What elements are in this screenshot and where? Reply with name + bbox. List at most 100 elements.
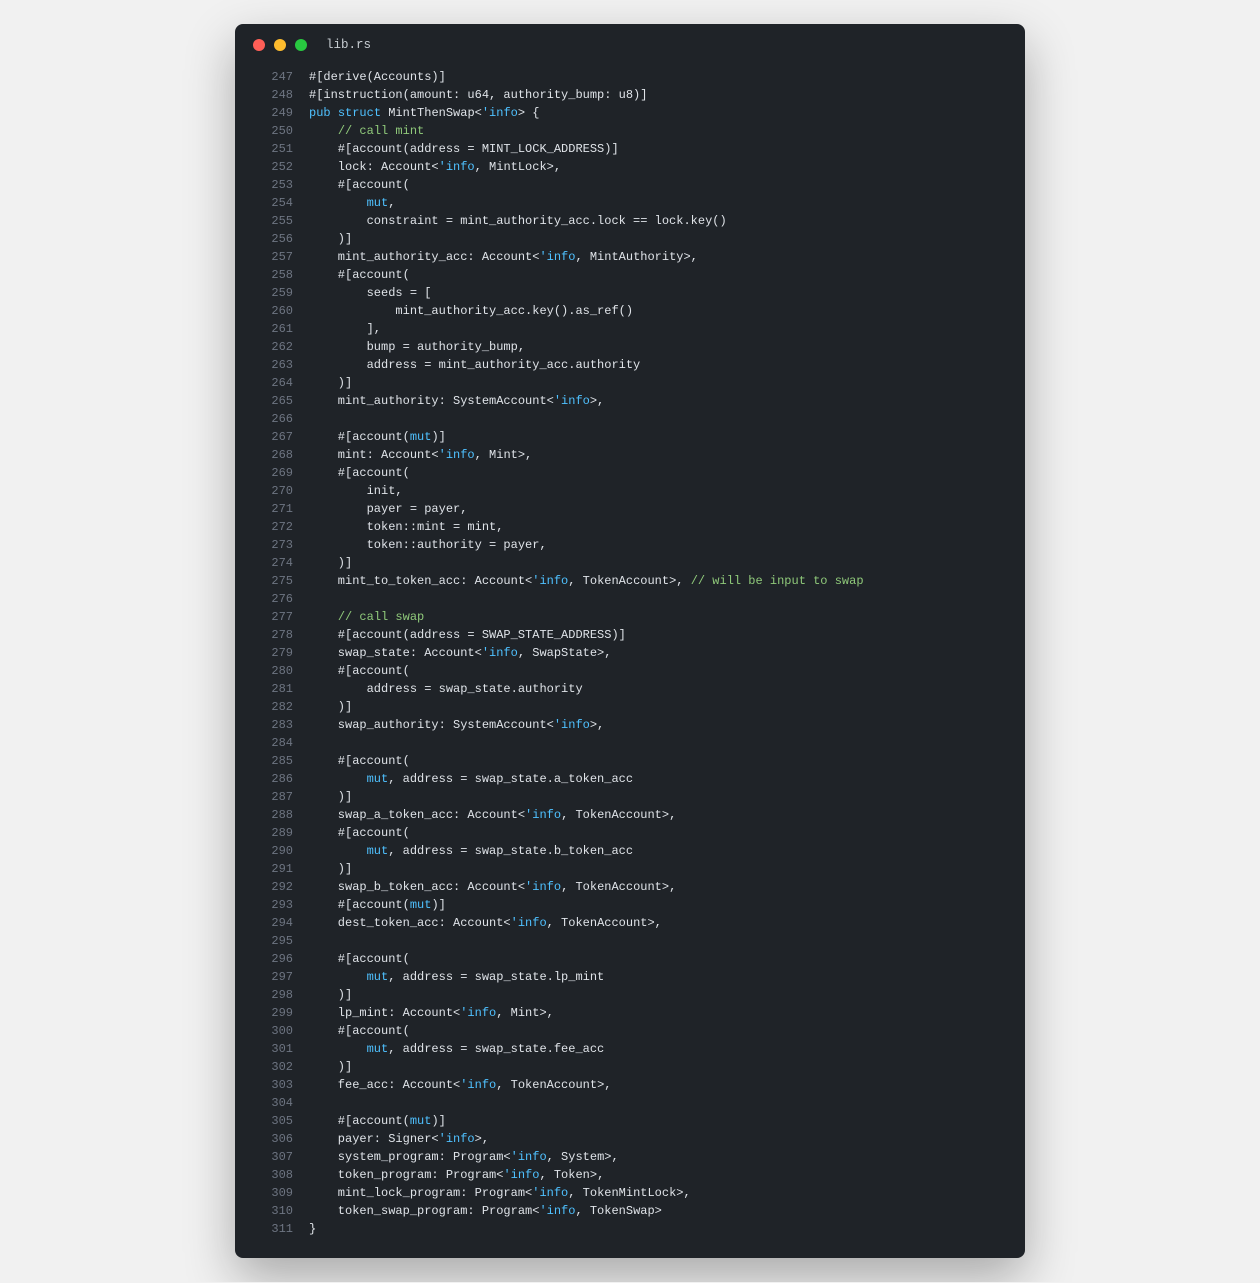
code-line: 308 token_program: Program<'info, Token>… — [259, 1166, 1001, 1184]
code-line: 250 // call mint — [259, 122, 1001, 140]
minimize-icon[interactable] — [274, 39, 286, 51]
window-titlebar: lib.rs — [235, 24, 1025, 60]
line-number: 275 — [259, 572, 293, 590]
code-line: 273 token::authority = payer, — [259, 536, 1001, 554]
code-text: lock: Account<'info, MintLock>, — [293, 158, 561, 176]
code-line: 274 )] — [259, 554, 1001, 572]
line-number: 273 — [259, 536, 293, 554]
code-line: 303 fee_acc: Account<'info, TokenAccount… — [259, 1076, 1001, 1094]
line-number: 281 — [259, 680, 293, 698]
code-line: 295 — [259, 932, 1001, 950]
line-number: 299 — [259, 1004, 293, 1022]
code-line: 264 )] — [259, 374, 1001, 392]
line-number: 280 — [259, 662, 293, 680]
code-line: 249pub struct MintThenSwap<'info> { — [259, 104, 1001, 122]
code-line: 311} — [259, 1220, 1001, 1238]
code-line: 253 #[account( — [259, 176, 1001, 194]
code-line: 299 lp_mint: Account<'info, Mint>, — [259, 1004, 1001, 1022]
line-number: 264 — [259, 374, 293, 392]
line-number: 261 — [259, 320, 293, 338]
line-number: 295 — [259, 932, 293, 950]
code-line: 263 address = mint_authority_acc.authori… — [259, 356, 1001, 374]
code-text: )] — [293, 788, 352, 806]
code-text: dest_token_acc: Account<'info, TokenAcco… — [293, 914, 662, 932]
code-text: #[account(mut)] — [293, 428, 446, 446]
maximize-icon[interactable] — [295, 39, 307, 51]
code-text: #[account(address = SWAP_STATE_ADDRESS)] — [293, 626, 626, 644]
code-line: 251 #[account(address = MINT_LOCK_ADDRES… — [259, 140, 1001, 158]
code-text: swap_a_token_acc: Account<'info, TokenAc… — [293, 806, 676, 824]
line-number: 254 — [259, 194, 293, 212]
line-number: 311 — [259, 1220, 293, 1238]
line-number: 257 — [259, 248, 293, 266]
code-text — [293, 1094, 309, 1112]
code-window: lib.rs 247#[derive(Accounts)]248#[instru… — [235, 24, 1025, 1258]
line-number: 298 — [259, 986, 293, 1004]
code-text: seeds = [ — [293, 284, 431, 302]
code-area[interactable]: 247#[derive(Accounts)]248#[instruction(a… — [235, 60, 1025, 1238]
line-number: 303 — [259, 1076, 293, 1094]
line-number: 289 — [259, 824, 293, 842]
code-text: #[account(mut)] — [293, 896, 446, 914]
code-text: #[account(mut)] — [293, 1112, 446, 1130]
code-text: mut, — [293, 194, 395, 212]
line-number: 247 — [259, 68, 293, 86]
code-text: #[account( — [293, 950, 410, 968]
code-line: 300 #[account( — [259, 1022, 1001, 1040]
code-line: 305 #[account(mut)] — [259, 1112, 1001, 1130]
code-line: 260 mint_authority_acc.key().as_ref() — [259, 302, 1001, 320]
code-text — [293, 932, 309, 950]
line-number: 284 — [259, 734, 293, 752]
line-number: 272 — [259, 518, 293, 536]
code-text: fee_acc: Account<'info, TokenAccount>, — [293, 1076, 611, 1094]
line-number: 256 — [259, 230, 293, 248]
code-line: 288 swap_a_token_acc: Account<'info, Tok… — [259, 806, 1001, 824]
code-line: 280 #[account( — [259, 662, 1001, 680]
code-text: )] — [293, 230, 352, 248]
line-number: 279 — [259, 644, 293, 662]
line-number: 282 — [259, 698, 293, 716]
code-line: 286 mut, address = swap_state.a_token_ac… — [259, 770, 1001, 788]
code-text: swap_b_token_acc: Account<'info, TokenAc… — [293, 878, 676, 896]
code-line: 247#[derive(Accounts)] — [259, 68, 1001, 86]
code-line: 310 token_swap_program: Program<'info, T… — [259, 1202, 1001, 1220]
line-number: 310 — [259, 1202, 293, 1220]
code-line: 279 swap_state: Account<'info, SwapState… — [259, 644, 1001, 662]
code-line: 284 — [259, 734, 1001, 752]
code-line: 271 payer = payer, — [259, 500, 1001, 518]
code-text: payer = payer, — [293, 500, 467, 518]
line-number: 286 — [259, 770, 293, 788]
code-line: 259 seeds = [ — [259, 284, 1001, 302]
code-text: token::mint = mint, — [293, 518, 503, 536]
line-number: 283 — [259, 716, 293, 734]
code-text: mint_lock_program: Program<'info, TokenM… — [293, 1184, 691, 1202]
code-text: // call swap — [293, 608, 424, 626]
code-text: mut, address = swap_state.fee_acc — [293, 1040, 604, 1058]
line-number: 259 — [259, 284, 293, 302]
code-text: )] — [293, 986, 352, 1004]
line-number: 305 — [259, 1112, 293, 1130]
line-number: 260 — [259, 302, 293, 320]
line-number: 296 — [259, 950, 293, 968]
code-line: 282 )] — [259, 698, 1001, 716]
code-line: 252 lock: Account<'info, MintLock>, — [259, 158, 1001, 176]
code-text: address = mint_authority_acc.authority — [293, 356, 640, 374]
code-line: 281 address = swap_state.authority — [259, 680, 1001, 698]
close-icon[interactable] — [253, 39, 265, 51]
code-text: pub struct MintThenSwap<'info> { — [293, 104, 539, 122]
code-text: lp_mint: Account<'info, Mint>, — [293, 1004, 554, 1022]
line-number: 309 — [259, 1184, 293, 1202]
code-text — [293, 734, 309, 752]
code-text: mint_authority_acc: Account<'info, MintA… — [293, 248, 698, 266]
line-number: 266 — [259, 410, 293, 428]
code-text: #[account( — [293, 752, 410, 770]
line-number: 253 — [259, 176, 293, 194]
code-text: payer: Signer<'info>, — [293, 1130, 489, 1148]
code-text: mut, address = swap_state.a_token_acc — [293, 770, 633, 788]
line-number: 265 — [259, 392, 293, 410]
line-number: 285 — [259, 752, 293, 770]
code-line: 255 constraint = mint_authority_acc.lock… — [259, 212, 1001, 230]
line-number: 290 — [259, 842, 293, 860]
line-number: 269 — [259, 464, 293, 482]
code-text: #[account( — [293, 266, 410, 284]
